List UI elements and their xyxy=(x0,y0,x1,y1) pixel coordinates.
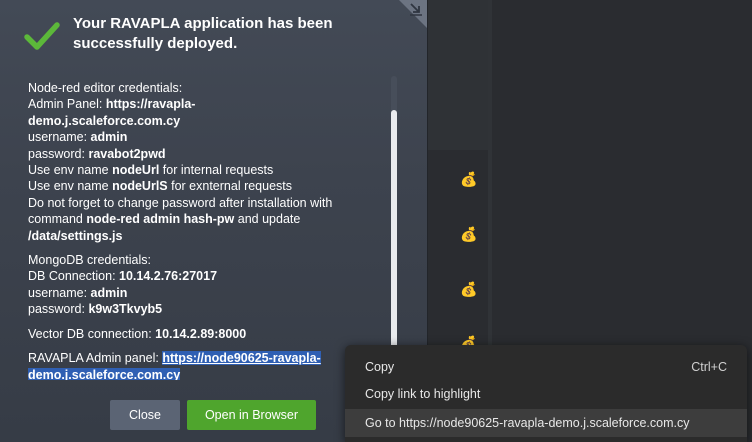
admin-panel-url: https://ravapla- xyxy=(105,97,196,112)
password-line: password: ravabot2pwd xyxy=(28,146,398,162)
dialog-title: Your RAVAPLA application has been succes… xyxy=(73,15,333,52)
db-connection-value: 10.14.2.76:27017 xyxy=(119,269,218,284)
env-text: for exnternal requests xyxy=(167,179,293,194)
mongodb-heading: MongoDB credentials: xyxy=(28,253,151,268)
ravapla-admin-link[interactable]: https://node90625-ravapla- xyxy=(162,351,321,366)
command-value: node-red admin hash-pw xyxy=(86,212,235,227)
env-external-line: Use env name nodeUrlS for exnternal requ… xyxy=(28,178,398,194)
env-text: Use env name xyxy=(28,163,113,178)
money-bag-icon[interactable]: 💰 xyxy=(460,171,477,187)
db-connection-line: DB Connection: 10.14.2.76:27017 xyxy=(28,268,398,284)
mongo-password-line: password: k9w3Tkvyb5 xyxy=(28,301,398,317)
ravapla-admin-label: RAVAPLA Admin panel: xyxy=(28,351,163,366)
username-value: admin xyxy=(90,130,128,145)
context-menu: Copy Ctrl+C Copy link to highlight Go to… xyxy=(345,345,747,442)
env-internal-line: Use env name nodeUrl for internal reques… xyxy=(28,162,398,178)
mongo-password-value: k9w3Tkvyb5 xyxy=(88,302,163,317)
collapse-arrow-icon[interactable] xyxy=(409,2,423,16)
menu-item-copy-link-to-highlight[interactable]: Copy link to highlight xyxy=(345,381,747,408)
db-connection-label: DB Connection: xyxy=(28,269,120,284)
env-name: nodeUrl xyxy=(112,163,160,178)
env-text: for internal requests xyxy=(159,163,274,178)
admin-panel-line: Admin Panel: https://ravapla- xyxy=(28,96,398,112)
command-text: and update xyxy=(234,212,301,227)
mongo-password-label: password: xyxy=(28,302,89,317)
password-note-line: Do not forget to change password after i… xyxy=(28,195,333,210)
menu-item-go-to-label: Go to https://node90625-ravapla-demo.j.s… xyxy=(365,416,690,430)
settings-path: /data/settings.js xyxy=(28,228,123,243)
ravapla-admin-link-cont: demo.j.scaleforce.com.cy xyxy=(28,367,398,380)
settings-path-line: /data/settings.js xyxy=(28,228,398,244)
menu-item-copy-label: Copy xyxy=(365,360,395,374)
username-line: username: admin xyxy=(28,129,398,145)
command-text: command xyxy=(28,212,87,227)
password-label: password: xyxy=(28,146,89,161)
mongo-username-line: username: admin xyxy=(28,285,398,301)
menu-item-copy-shortcut: Ctrl+C xyxy=(691,360,727,374)
menu-item-copy-link-label: Copy link to highlight xyxy=(365,387,481,401)
menu-item-go-to-url[interactable]: Go to https://node90625-ravapla-demo.j.s… xyxy=(345,409,747,437)
vector-db-value: 10.14.2.89:8000 xyxy=(155,326,247,341)
credentials-panel: Node-red editor credentials: Admin Panel… xyxy=(28,80,398,380)
menu-item-copy[interactable]: Copy Ctrl+C xyxy=(345,354,747,381)
nodered-heading: Node-red editor credentials: xyxy=(28,81,183,95)
password-value: ravabot2pwd xyxy=(88,146,166,161)
env-text: Use env name xyxy=(28,179,113,194)
open-in-browser-button[interactable]: Open in Browser xyxy=(187,400,316,430)
command-line: command node-red admin hash-pw and updat… xyxy=(28,211,398,227)
ravapla-admin-link-cont-text[interactable]: demo.j.scaleforce.com.cy xyxy=(28,367,181,380)
mongo-username-label: username: xyxy=(28,285,91,300)
background-column xyxy=(428,0,488,150)
money-bag-icon[interactable]: 💰 xyxy=(460,226,477,242)
admin-panel-url-cont: demo.j.scaleforce.com.cy xyxy=(28,113,398,129)
vector-db-label: Vector DB connection: xyxy=(28,326,156,341)
mongo-username-value: admin xyxy=(90,285,128,300)
admin-panel-label: Admin Panel: xyxy=(28,97,106,112)
checkmark-icon xyxy=(24,22,60,50)
vector-db-line: Vector DB connection: 10.14.2.89:8000 xyxy=(28,326,398,342)
username-label: username: xyxy=(28,130,91,145)
money-bag-icon[interactable]: 💰 xyxy=(460,281,477,297)
ravapla-admin-line: RAVAPLA Admin panel: https://node90625-r… xyxy=(28,350,398,366)
admin-panel-url-cont-text: demo.j.scaleforce.com.cy xyxy=(28,113,181,128)
close-button[interactable]: Close xyxy=(110,400,180,430)
env-name: nodeUrlS xyxy=(112,179,168,194)
